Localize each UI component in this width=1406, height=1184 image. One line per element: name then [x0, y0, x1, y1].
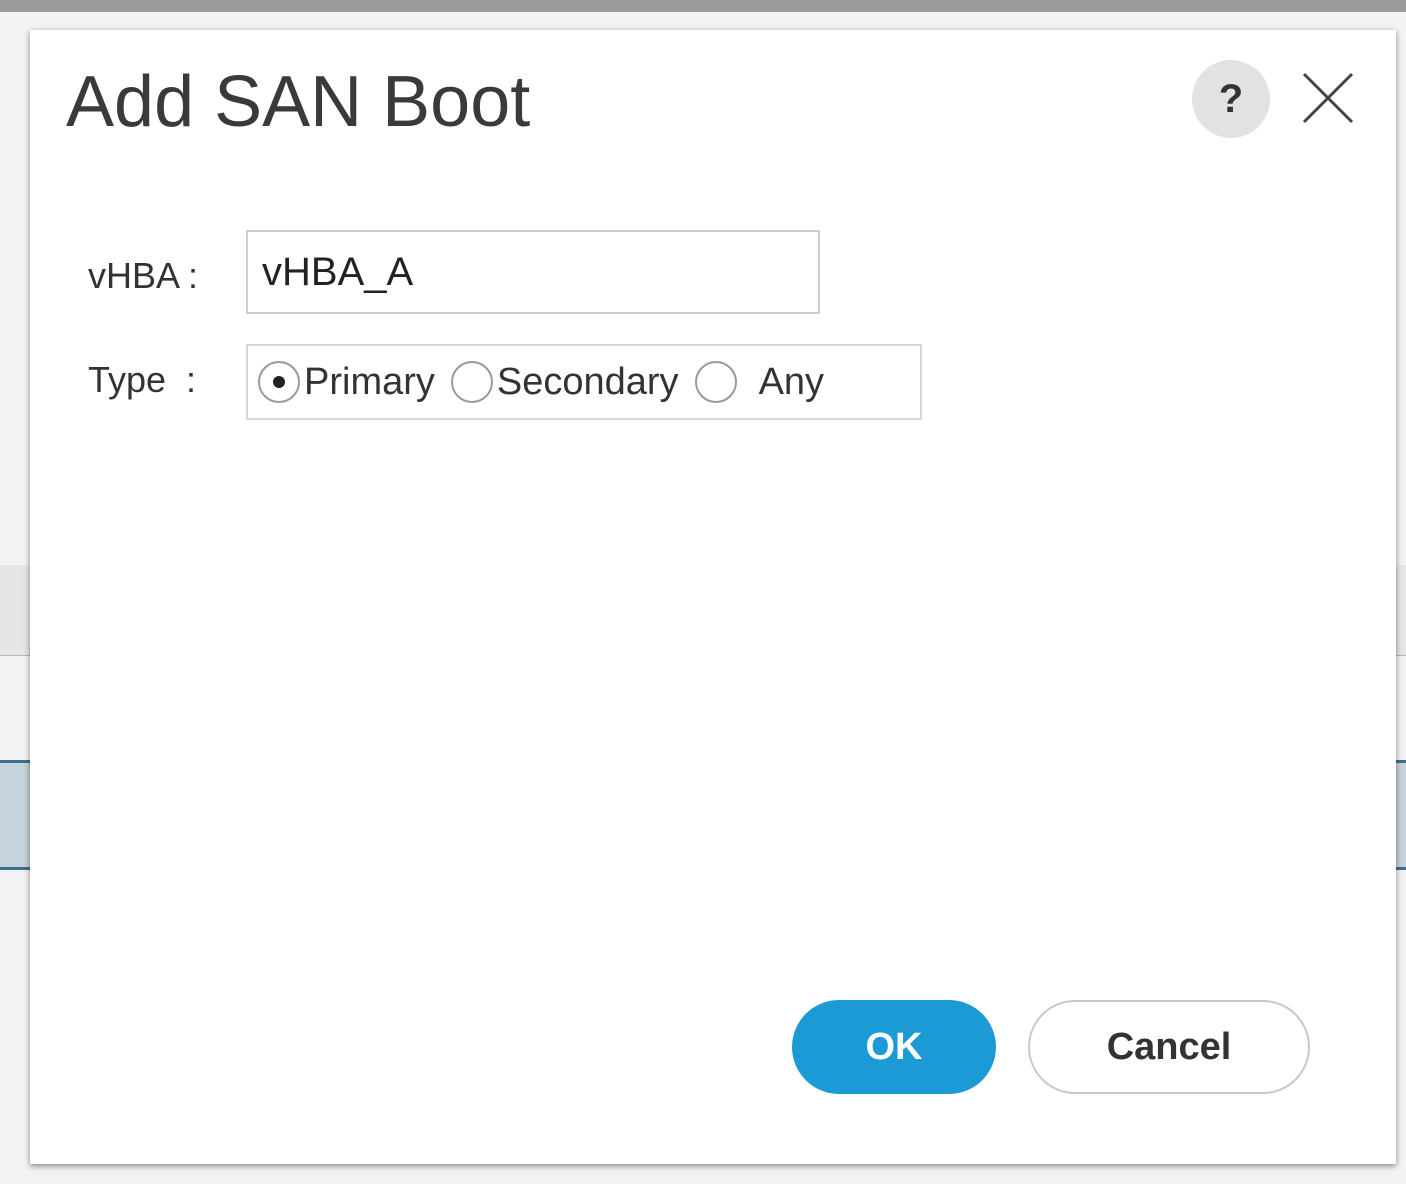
type-option-label: Any [758, 361, 825, 403]
background-topbar [0, 0, 1406, 12]
help-icon: ? [1218, 77, 1244, 121]
close-button[interactable] [1296, 66, 1360, 130]
type-option-any[interactable]: Any [694, 361, 834, 403]
dialog-title: Add SAN Boot [66, 62, 531, 142]
type-label: Type : [88, 359, 197, 400]
cancel-button[interactable]: Cancel [1028, 1000, 1310, 1094]
radio-button-primary[interactable] [258, 361, 300, 403]
help-button[interactable]: ? [1192, 60, 1270, 138]
radio-button-any[interactable] [694, 361, 737, 403]
close-icon [1302, 72, 1354, 124]
type-option-secondary[interactable]: Secondary [450, 361, 689, 403]
vhba-label: vHBA : [88, 255, 199, 296]
radio-button-secondary[interactable] [450, 361, 493, 403]
type-option-label: Secondary [496, 361, 679, 403]
type-option-primary[interactable]: Primary [258, 361, 445, 403]
ok-button[interactable]: OK [792, 1000, 996, 1094]
radio-selected-dot [273, 376, 285, 388]
type-option-label: Primary [304, 361, 435, 403]
type-radio-group: Primary Secondary Any [246, 344, 922, 420]
add-san-boot-dialog: Add SAN Boot ? vHBA : Type : Primary Sec… [30, 30, 1396, 1164]
vhba-input[interactable] [246, 230, 820, 314]
